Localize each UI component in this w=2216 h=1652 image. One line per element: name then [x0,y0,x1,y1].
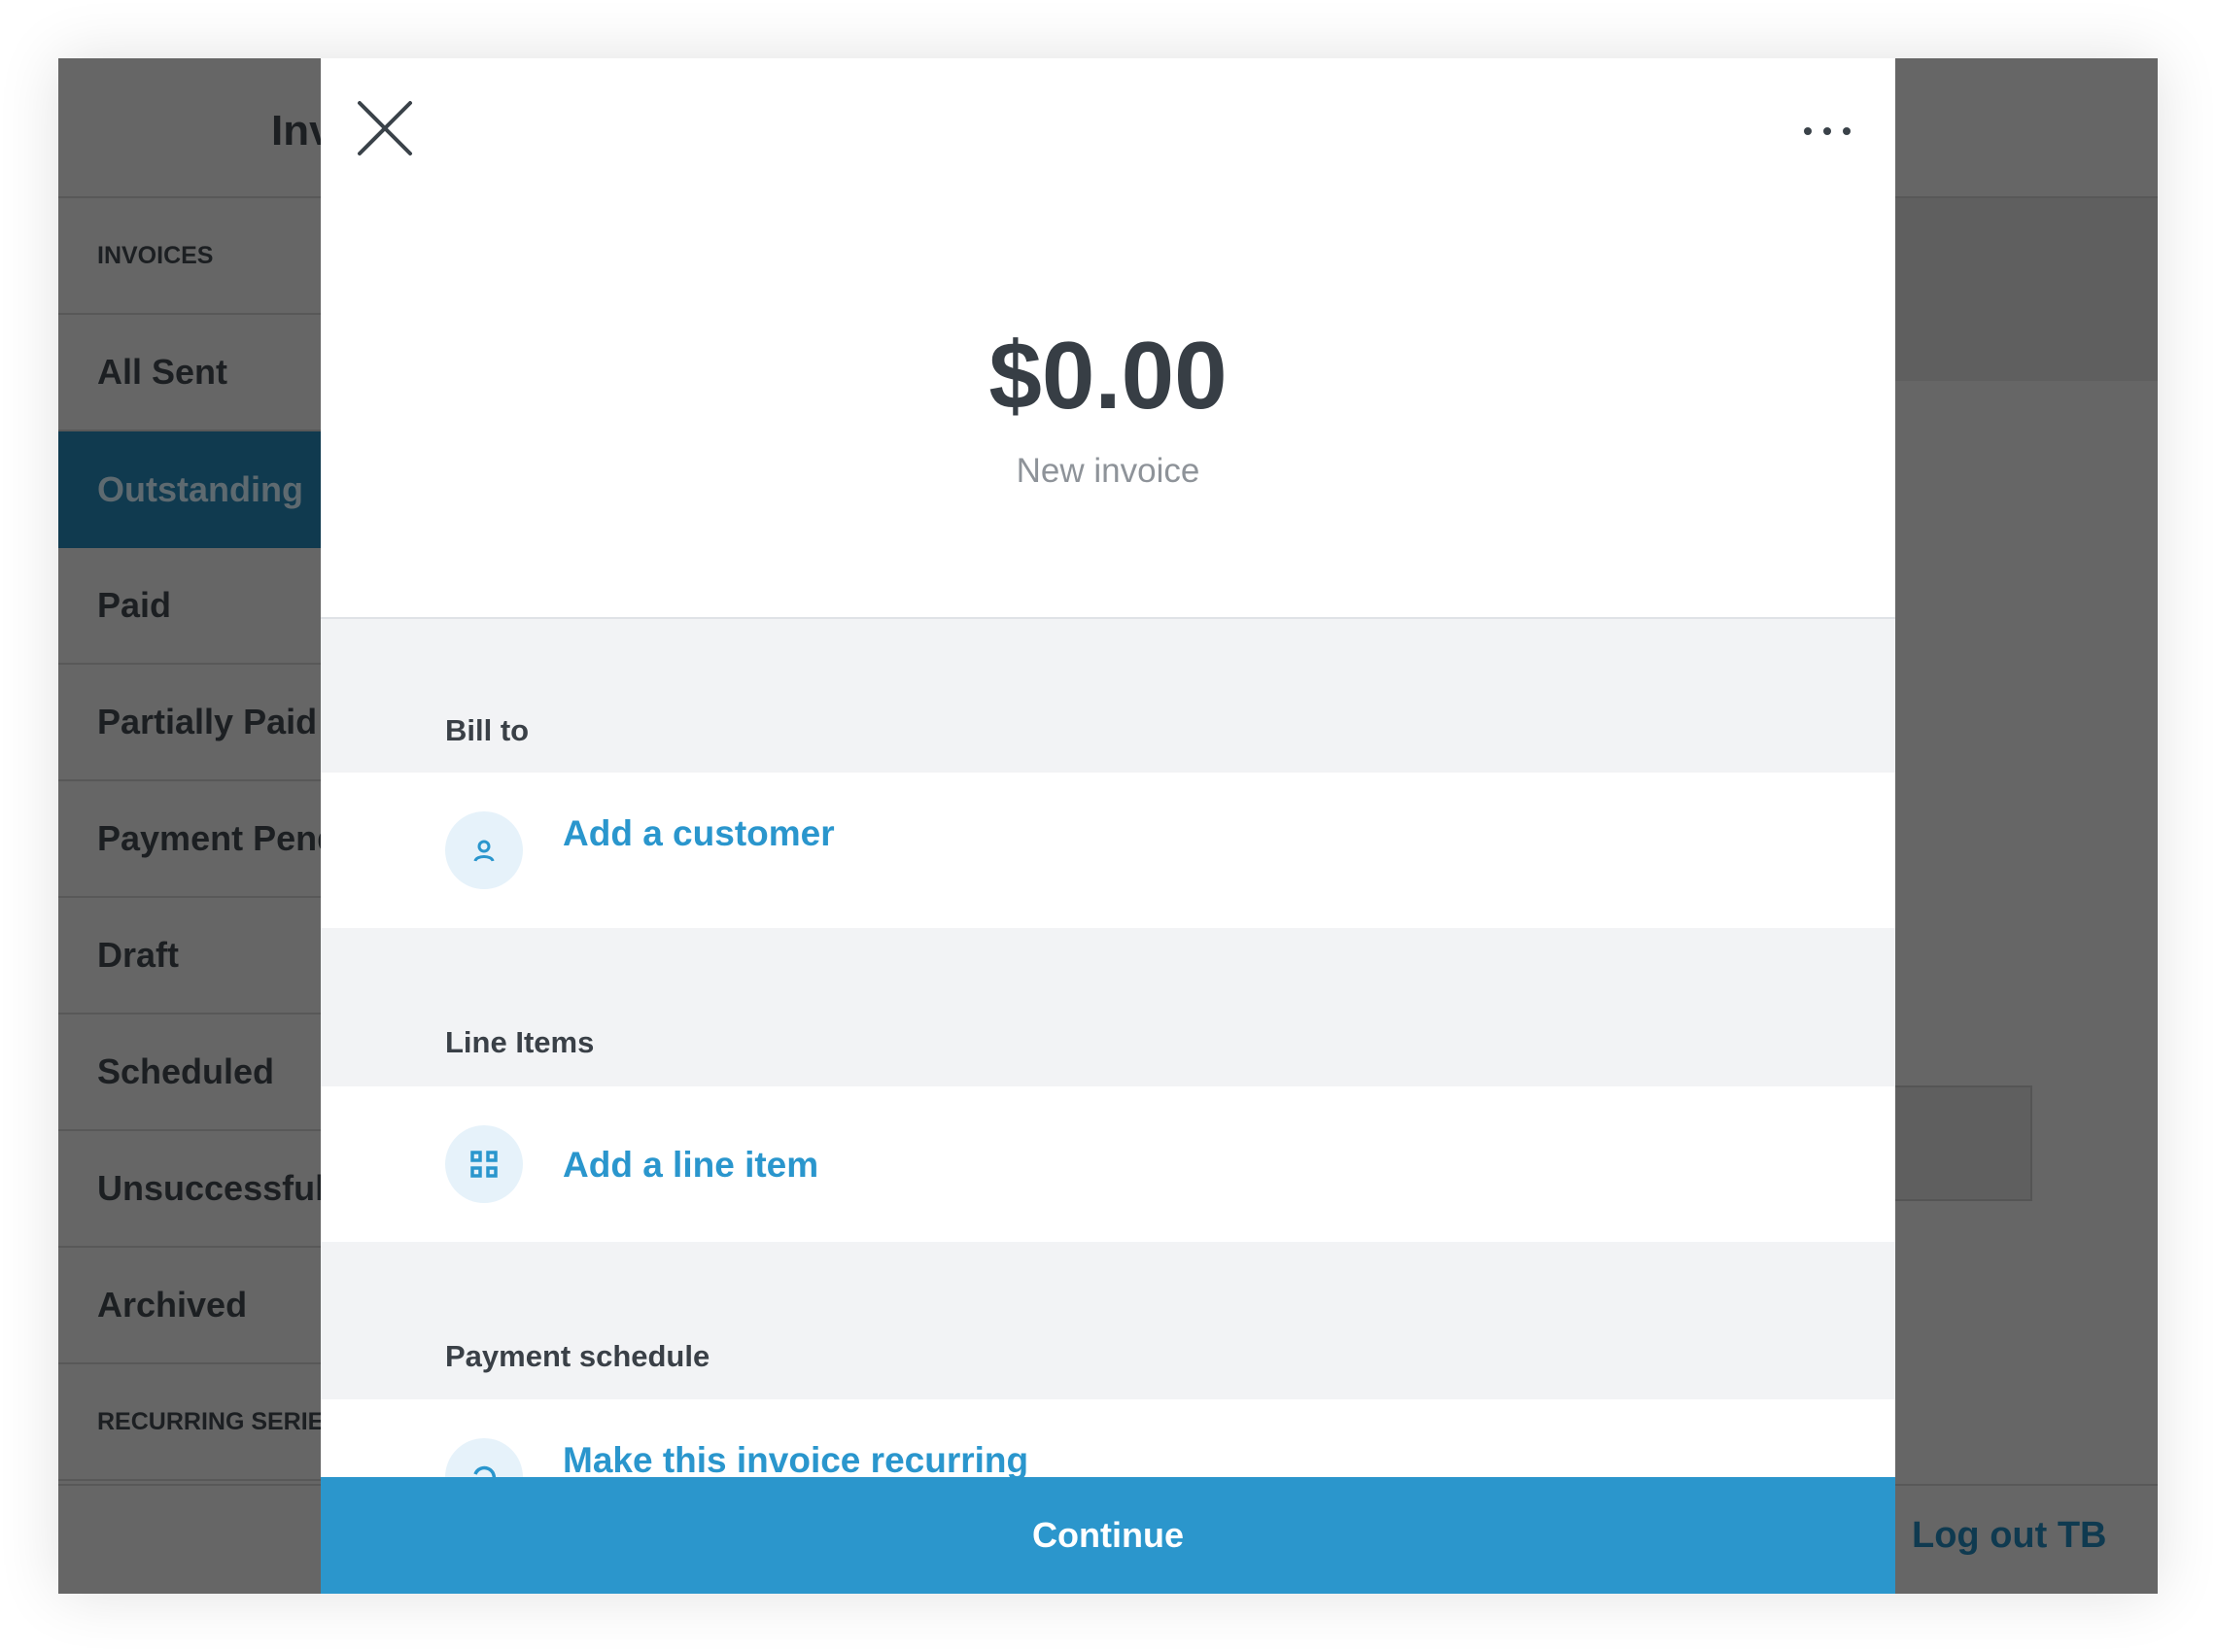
add-customer-link[interactable]: Add a customer [563,813,835,854]
sidebar-item-outstanding[interactable]: Outstanding [58,431,321,548]
sidebar-section-invoices: INVOICES [58,198,321,315]
continue-button[interactable]: Continue [321,1477,1895,1594]
bill-to-section: Bill to [321,617,1895,773]
more-options-icon[interactable] [1798,117,1856,146]
toolbar-band [1895,198,2158,381]
payment-schedule-section: Payment schedule [321,1242,1895,1399]
sidebar-item-payment-pending[interactable]: Payment Pending [58,781,391,898]
grid-icon [445,1125,523,1203]
sidebar-item-archived[interactable]: Archived [58,1248,321,1364]
sidebar-item-paid[interactable]: Paid [58,548,321,665]
add-customer-row[interactable]: Add a customer [321,773,1895,928]
sidebar-item-all-sent[interactable]: All Sent [58,315,321,431]
add-line-item-row[interactable]: Add a line item [321,1086,1895,1242]
make-recurring-link[interactable]: Make this invoice recurring [563,1440,1028,1481]
close-icon[interactable] [356,99,414,157]
line-items-section: Line Items [321,928,1895,1086]
sidebar-item-partially-paid[interactable]: Partially Paid [58,665,321,781]
sidebar-item-scheduled[interactable]: Scheduled [58,1015,321,1131]
logout-link[interactable]: Log out TB [1912,1515,2106,1557]
add-line-item-link[interactable]: Add a line item [563,1145,818,1186]
invoice-subtitle: New invoice [1016,452,1200,490]
person-icon [445,811,523,889]
line-items-heading: Line Items [445,1025,595,1059]
sidebar-item-unsuccessful[interactable]: Unsuccessful [58,1131,325,1248]
invoice-amount: $0.00 [988,322,1228,429]
sidebar-section-recurring: RECURRING SERIES [58,1364,340,1481]
bill-to-heading: Bill to [445,713,530,747]
background-panel [1895,1085,2032,1201]
new-invoice-modal: $0.00 New invoice Bill to Add a customer… [321,58,1895,1594]
sidebar: INVOICES All Sent Outstanding Paid Parti… [58,198,391,1481]
sidebar-item-draft[interactable]: Draft [58,898,321,1015]
payment-schedule-heading: Payment schedule [445,1339,710,1373]
